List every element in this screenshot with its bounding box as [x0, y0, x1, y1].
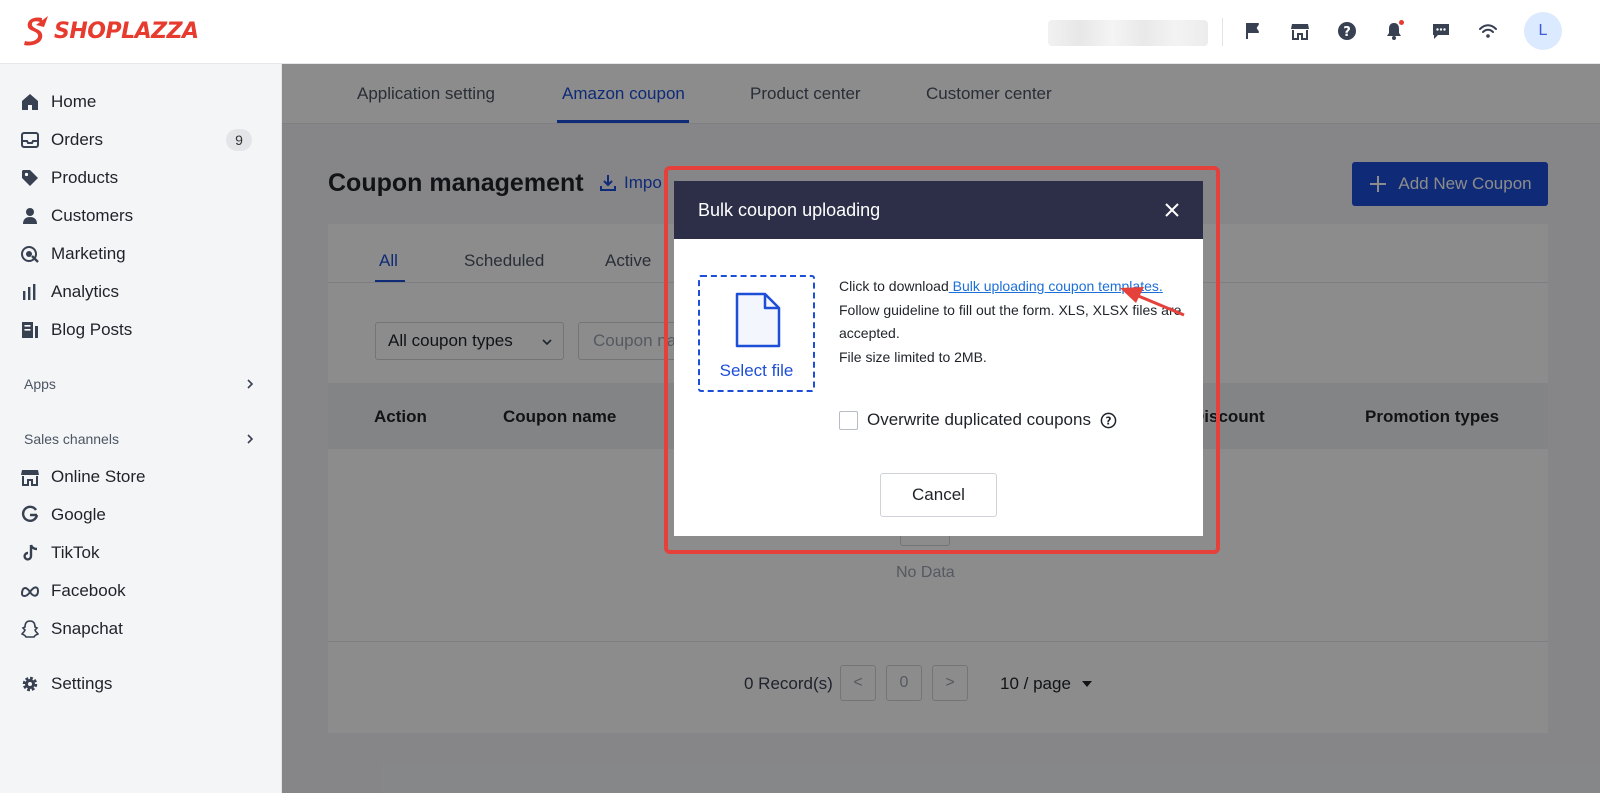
- flag-icon[interactable]: [1241, 19, 1265, 43]
- dialog-header: Bulk coupon uploading: [674, 181, 1203, 239]
- store-icon: [21, 470, 39, 486]
- sidebar-item-orders[interactable]: Orders 9: [20, 124, 262, 156]
- sidebar-item-snapchat[interactable]: Snapchat: [20, 613, 262, 645]
- sidebar-item-label: Settings: [51, 674, 113, 693]
- sidebar-item-settings[interactable]: Settings: [20, 668, 262, 700]
- avatar[interactable]: L: [1524, 12, 1562, 50]
- sidebar-item-label: Online Store: [51, 467, 146, 486]
- sidebar-item-label: Google: [51, 505, 106, 524]
- download-prefix: Click to download: [839, 278, 949, 294]
- sidebar-item-label: Analytics: [51, 282, 120, 301]
- question-circle-icon[interactable]: ?: [1100, 412, 1117, 429]
- sidebar-item-analytics[interactable]: Analytics: [20, 276, 262, 308]
- cancel-button[interactable]: Cancel: [880, 473, 997, 517]
- sidebar-item-label: Orders: [51, 130, 103, 149]
- snapchat-icon: [21, 620, 39, 638]
- notification-dot: [1399, 20, 1404, 25]
- sidebar: Home Orders 9 Products Customers Marketi…: [0, 64, 282, 793]
- sales-channels-section-label[interactable]: Sales channels: [24, 431, 119, 447]
- size-limit-text: File size limited to 2MB.: [839, 348, 987, 365]
- meta-icon: [20, 586, 40, 597]
- sidebar-item-label: Marketing: [51, 244, 126, 263]
- tiktok-icon: [23, 544, 38, 561]
- bell-icon[interactable]: [1382, 19, 1406, 43]
- sidebar-item-marketing[interactable]: Marketing: [20, 238, 262, 270]
- wifi-icon[interactable]: [1476, 19, 1500, 43]
- brand-name: SHOPLAZZA: [54, 18, 199, 44]
- sidebar-item-label: Facebook: [51, 581, 126, 600]
- blog-icon: [22, 322, 38, 338]
- bulk-upload-dialog: Bulk coupon uploading Select file Click …: [674, 181, 1203, 536]
- svg-text:?: ?: [1343, 25, 1351, 40]
- sidebar-item-label: Home: [51, 92, 97, 111]
- sidebar-item-tiktok[interactable]: TikTok: [20, 537, 262, 569]
- sidebar-item-label: TikTok: [51, 543, 100, 562]
- select-file-label: Select file: [719, 361, 794, 380]
- marketing-icon: [21, 246, 39, 263]
- sidebar-item-label: Products: [51, 168, 119, 187]
- overwrite-checkbox[interactable]: [839, 410, 858, 430]
- overwrite-label: Overwrite duplicated coupons: [867, 410, 1091, 429]
- sidebar-item-online-store[interactable]: Online Store: [20, 461, 262, 493]
- sidebar-item-facebook[interactable]: Facebook: [20, 575, 262, 607]
- person-icon: [23, 208, 37, 224]
- bar-chart-icon: [23, 284, 36, 300]
- sidebar-item-products[interactable]: Products: [20, 162, 262, 194]
- dialog-title: Bulk coupon uploading: [698, 200, 881, 220]
- google-icon: [21, 505, 39, 522]
- store-name-blurred[interactable]: [1048, 20, 1208, 46]
- orders-icon: [21, 132, 39, 148]
- close-icon[interactable]: [1162, 200, 1182, 220]
- sidebar-item-label: Customers: [51, 206, 134, 225]
- store-icon[interactable]: [1288, 19, 1312, 43]
- sidebar-item-label: Snapchat: [51, 619, 123, 638]
- sidebar-item-blog-posts[interactable]: Blog Posts: [20, 314, 262, 346]
- shoplazza-logo-icon: [24, 16, 48, 46]
- divider: [1222, 18, 1223, 46]
- home-icon: [22, 94, 38, 110]
- sidebar-item-home[interactable]: Home: [20, 86, 262, 118]
- top-bar: SHOPLAZZA ? L: [0, 0, 1600, 64]
- svg-text:?: ?: [1105, 415, 1111, 427]
- chevron-right-icon[interactable]: [244, 378, 256, 390]
- file-icon: [735, 292, 781, 348]
- tag-icon: [22, 170, 38, 186]
- sidebar-item-label: Blog Posts: [51, 320, 133, 339]
- overwrite-option[interactable]: Overwrite duplicated coupons ?: [839, 410, 1117, 430]
- apps-section-label[interactable]: Apps: [24, 376, 56, 392]
- gear-icon: [22, 676, 38, 692]
- chevron-right-icon[interactable]: [244, 433, 256, 445]
- select-file-dropzone[interactable]: Select file: [698, 275, 815, 392]
- sidebar-item-google[interactable]: Google: [20, 499, 262, 531]
- sidebar-item-customers[interactable]: Customers: [20, 200, 262, 232]
- help-icon[interactable]: ?: [1335, 19, 1359, 43]
- shoplazza-logo[interactable]: SHOPLAZZA: [22, 16, 199, 46]
- orders-count-badge: 9: [226, 129, 252, 151]
- chat-icon[interactable]: [1429, 19, 1453, 43]
- annotation-arrow-icon: [1120, 287, 1185, 317]
